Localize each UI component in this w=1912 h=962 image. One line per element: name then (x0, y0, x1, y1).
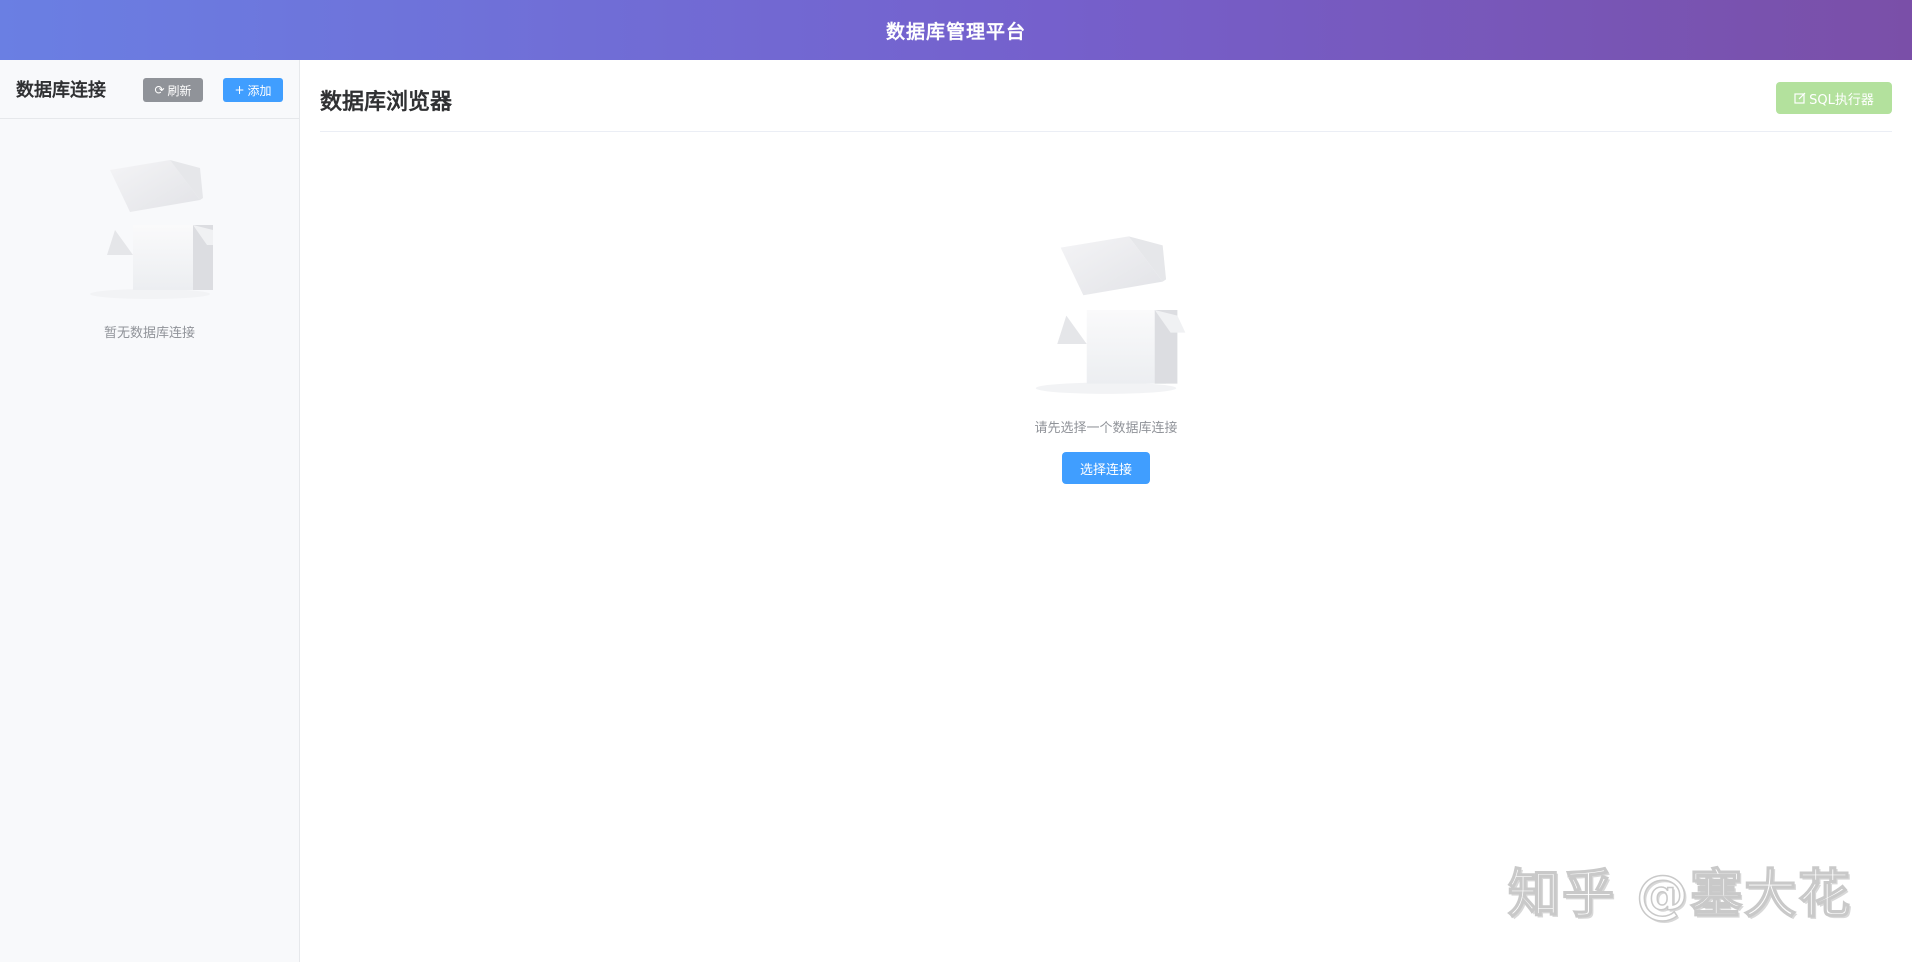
select-connection-button[interactable]: 选择连接 (1062, 452, 1150, 484)
empty-box-icon (1035, 236, 1186, 394)
sql-executor-button[interactable]: SQL执行器 (1776, 82, 1892, 114)
sidebar-title: 数据库连接 (16, 80, 106, 101)
main-empty-text: 请先选择一个数据库连接 (1034, 421, 1178, 436)
refresh-icon: ⟳ (154, 83, 165, 97)
sidebar-empty-state: 暂无数据库连接 (0, 150, 299, 341)
empty-box-icon (89, 160, 213, 299)
app-title: 数据库管理平台 (885, 20, 1026, 43)
add-connection-button[interactable]: + 添加 (223, 78, 283, 102)
main-empty-state: 请先选择一个数据库连接 选择连接 (300, 225, 1912, 484)
plus-icon: + (234, 83, 245, 97)
edit-icon (1794, 92, 1806, 104)
refresh-button[interactable]: ⟳ 刷新 (143, 78, 203, 102)
app-header: 数据库管理平台 (0, 0, 1912, 60)
main-header: 数据库浏览器 SQL执行器 (320, 60, 1892, 132)
refresh-button-label: 刷新 (167, 83, 192, 98)
database-browser: 数据库浏览器 SQL执行器 请先选择一个数据库连接 选择连接 (300, 60, 1912, 962)
sql-executor-label: SQL执行器 (1809, 92, 1874, 108)
connections-sidebar: 数据库连接 ⟳ 刷新 + 添加 暂无数据库连接 (0, 60, 300, 962)
watermark: 知乎 @塞大花 (1507, 864, 1853, 926)
page-title: 数据库浏览器 (320, 90, 453, 115)
sidebar-header: 数据库连接 ⟳ 刷新 + 添加 (0, 60, 299, 119)
add-button-label: 添加 (247, 83, 272, 98)
sidebar-empty-text: 暂无数据库连接 (103, 326, 195, 341)
